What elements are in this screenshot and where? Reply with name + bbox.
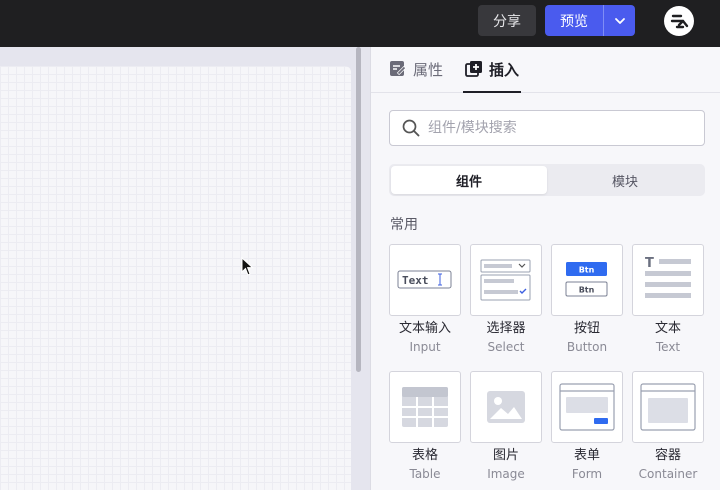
form-icon [559, 383, 615, 431]
component-card-table[interactable]: 表格 Table [389, 371, 461, 489]
tab-label: 插入 [489, 61, 520, 79]
component-preview: T [632, 244, 704, 316]
component-preview [551, 371, 623, 443]
component-label: 选择器 [486, 321, 526, 336]
component-search [389, 110, 705, 146]
svg-text:Btn: Btn [579, 266, 595, 275]
search-input[interactable] [428, 120, 688, 136]
component-label: 表格 [411, 448, 438, 463]
component-card-form[interactable]: 表单 Form [551, 371, 623, 489]
user-avatar-icon [670, 14, 689, 29]
component-preview: Text [389, 244, 461, 316]
component-sublabel: Select [487, 340, 525, 354]
component-preview [632, 371, 704, 443]
text-icon: T [645, 256, 691, 298]
insert-icon [465, 61, 482, 77]
component-sublabel: Form [571, 467, 603, 481]
edit-icon [390, 61, 407, 76]
component-sublabel: Text [655, 340, 681, 354]
preview-dropdown-button[interactable] [603, 5, 635, 36]
component-label: 容器 [654, 448, 681, 463]
search-icon [402, 119, 420, 137]
svg-text:T: T [645, 256, 654, 271]
component-sublabel: Image [487, 467, 525, 481]
component-preview [470, 244, 542, 316]
image-icon [487, 391, 525, 423]
tab-insert[interactable]: 插入 [462, 59, 522, 93]
component-card-image[interactable]: 图片 Image [470, 371, 542, 489]
component-label: 文本输入 [398, 321, 451, 336]
mouse-cursor-icon [241, 257, 254, 276]
component-card-text[interactable]: T 文本 Text [632, 244, 704, 362]
segment-modules[interactable]: 模块 [547, 166, 703, 194]
tab-label: 属性 [413, 61, 444, 79]
component-module-toggle: 组件 模块 [389, 164, 705, 196]
component-label: 文本 [654, 321, 681, 336]
component-preview [389, 371, 461, 443]
top-bar: 分享 预览 [0, 0, 720, 47]
right-panel: 属性 插入 组件 模块 常用 Text [370, 47, 720, 490]
canvas-scrollbar[interactable] [356, 47, 361, 372]
component-sublabel: Button [566, 340, 608, 354]
editor-canvas-area [0, 47, 370, 490]
avatar[interactable] [664, 6, 694, 36]
button-icon: Btn Btn [565, 262, 608, 297]
svg-text:Btn: Btn [579, 286, 595, 295]
editor-canvas[interactable] [0, 66, 351, 490]
component-sublabel: Table [409, 467, 441, 481]
component-card-button[interactable]: Btn Btn 按钮 Button [551, 244, 623, 362]
component-label: 图片 [492, 448, 519, 463]
component-label: 按钮 [573, 321, 600, 336]
component-preview [470, 371, 542, 443]
share-button[interactable]: 分享 [478, 5, 536, 36]
component-label: 表单 [573, 448, 600, 463]
chevron-down-icon [614, 17, 625, 24]
select-icon [480, 259, 531, 301]
preview-button[interactable]: 预览 [545, 5, 603, 36]
segment-components[interactable]: 组件 [391, 166, 547, 194]
component-sublabel: Container [638, 467, 698, 481]
section-title-common: 常用 [390, 217, 418, 233]
container-icon [640, 383, 696, 431]
preview-button-group: 预览 [545, 5, 635, 36]
text-input-icon: Text [397, 270, 452, 289]
component-card-container[interactable]: 容器 Container [632, 371, 704, 489]
component-sublabel: Input [409, 340, 441, 354]
component-card-input[interactable]: Text 文本输入 Input [389, 244, 461, 362]
component-card-select[interactable]: 选择器 Select [470, 244, 542, 362]
component-preview: Btn Btn [551, 244, 623, 316]
panel-tabs: 属性 插入 [371, 47, 720, 93]
svg-text:Text: Text [402, 274, 429, 287]
tab-properties[interactable]: 属性 [389, 59, 443, 93]
table-icon [402, 387, 448, 427]
